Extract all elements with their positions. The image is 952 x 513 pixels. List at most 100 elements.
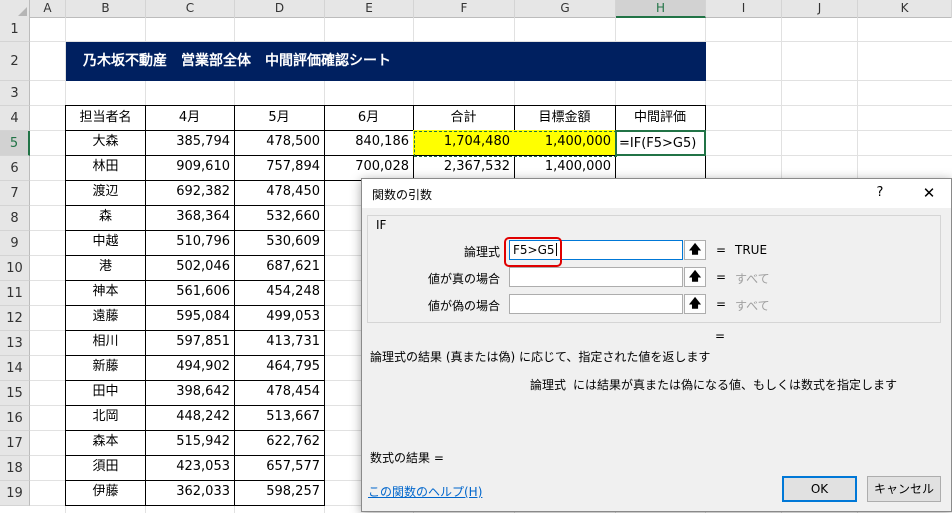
table-cell[interactable]: 相川 <box>65 330 146 356</box>
row-header[interactable]: 2 <box>0 42 30 81</box>
row-header[interactable]: 10 <box>0 256 30 281</box>
row-header[interactable]: 15 <box>0 381 30 406</box>
row-header[interactable]: 16 <box>0 406 30 431</box>
table-cell[interactable]: 渡辺 <box>65 180 146 206</box>
dialog-titlebar[interactable]: 関数の引数 ? ✕ <box>362 179 951 208</box>
table-header[interactable]: 合計 <box>413 105 515 131</box>
table-cell[interactable]: 398,642 <box>145 380 235 406</box>
row-header[interactable]: 6 <box>0 156 30 181</box>
table-cell[interactable]: 須田 <box>65 455 146 481</box>
table-cell[interactable]: 森本 <box>65 430 146 456</box>
table-cell[interactable]: 伊藤 <box>65 480 146 506</box>
function-name: IF <box>374 218 389 232</box>
table-header[interactable]: 4月 <box>145 105 235 131</box>
close-icon[interactable]: ✕ <box>908 179 950 208</box>
value-if-false-input[interactable] <box>509 294 683 314</box>
table-cell[interactable]: 532,660 <box>234 205 325 231</box>
table-cell[interactable]: 港 <box>65 255 146 281</box>
table-header[interactable]: 担当者名 <box>65 105 146 131</box>
table-cell[interactable]: 499,053 <box>234 305 325 331</box>
table-cell[interactable]: 657,577 <box>234 455 325 481</box>
table-header[interactable]: 中間評価 <box>615 105 706 131</box>
table-cell[interactable]: 1,704,480 <box>413 130 515 156</box>
table-cell[interactable]: 新藤 <box>65 355 146 381</box>
table-cell[interactable]: 692,382 <box>145 180 235 206</box>
table-cell[interactable]: 478,450 <box>234 180 325 206</box>
value-if-true-input[interactable] <box>509 267 683 287</box>
function-help-link[interactable]: この関数のヘルプ(H) <box>368 483 482 500</box>
row-header[interactable]: 5 <box>0 131 30 156</box>
row-header[interactable]: 11 <box>0 281 30 306</box>
table-cell[interactable]: 362,033 <box>145 480 235 506</box>
column-header[interactable]: G <box>515 0 616 18</box>
column-header[interactable]: I <box>706 0 782 18</box>
table-cell[interactable]: 502,046 <box>145 255 235 281</box>
row-header[interactable]: 4 <box>0 106 30 131</box>
table-cell[interactable]: 413,731 <box>234 330 325 356</box>
ok-button[interactable]: OK <box>782 476 857 502</box>
table-cell[interactable]: 遠藤 <box>65 305 146 331</box>
table-cell[interactable]: 368,364 <box>145 205 235 231</box>
column-header[interactable]: K <box>858 0 952 18</box>
table-cell[interactable]: 515,942 <box>145 430 235 456</box>
function-arguments-dialog: 関数の引数 ? ✕ IF 論理式 F5>G5 🡅 = TRUE 値が真の場合 🡅… <box>361 178 952 512</box>
column-header[interactable]: H <box>616 0 706 18</box>
table-cell[interactable]: 478,454 <box>234 380 325 406</box>
collapse-dialog-icon[interactable]: 🡅 <box>684 240 706 260</box>
table-cell[interactable]: 北岡 <box>65 405 146 431</box>
row-header[interactable]: 13 <box>0 331 30 356</box>
column-header[interactable]: F <box>414 0 515 18</box>
table-cell[interactable]: 513,667 <box>234 405 325 431</box>
table-cell[interactable]: 464,795 <box>234 355 325 381</box>
table-header[interactable]: 5月 <box>234 105 325 131</box>
row-header[interactable]: 9 <box>0 231 30 256</box>
row-header[interactable]: 7 <box>0 181 30 206</box>
column-header[interactable]: B <box>66 0 146 18</box>
column-header[interactable]: C <box>146 0 235 18</box>
table-cell[interactable]: 神本 <box>65 280 146 306</box>
row-header[interactable]: 1 <box>0 18 30 42</box>
help-icon[interactable]: ? <box>862 179 898 208</box>
row-header[interactable]: 17 <box>0 431 30 456</box>
collapse-dialog-icon[interactable]: 🡅 <box>684 267 706 287</box>
table-cell[interactable]: 598,257 <box>234 480 325 506</box>
table-cell[interactable]: 757,894 <box>234 155 325 181</box>
table-cell[interactable]: 597,851 <box>145 330 235 356</box>
table-cell[interactable]: 840,186 <box>324 130 414 156</box>
row-header[interactable]: 14 <box>0 356 30 381</box>
table-cell[interactable]: 595,084 <box>145 305 235 331</box>
table-cell[interactable]: 1,400,000 <box>514 130 616 156</box>
table-cell[interactable]: 田中 <box>65 380 146 406</box>
table-cell[interactable]: 687,621 <box>234 255 325 281</box>
table-cell[interactable]: 909,610 <box>145 155 235 181</box>
table-cell[interactable]: 530,609 <box>234 230 325 256</box>
table-cell[interactable]: 林田 <box>65 155 146 181</box>
table-cell[interactable]: 622,762 <box>234 430 325 456</box>
table-cell[interactable]: 中越 <box>65 230 146 256</box>
table-cell[interactable]: 510,796 <box>145 230 235 256</box>
table-cell[interactable]: 494,902 <box>145 355 235 381</box>
row-header[interactable]: 3 <box>0 81 30 106</box>
table-cell[interactable]: 森 <box>65 205 146 231</box>
table-cell[interactable]: 423,053 <box>145 455 235 481</box>
row-header[interactable]: 19 <box>0 481 30 506</box>
row-header[interactable]: 8 <box>0 206 30 231</box>
column-header[interactable]: A <box>30 0 66 18</box>
table-cell[interactable]: 大森 <box>65 130 146 156</box>
formula-result: 数式の結果 = <box>370 451 444 465</box>
table-header[interactable]: 6月 <box>324 105 414 131</box>
column-header[interactable]: E <box>325 0 414 18</box>
table-cell[interactable]: 448,242 <box>145 405 235 431</box>
table-cell[interactable]: 478,500 <box>234 130 325 156</box>
column-header[interactable]: J <box>782 0 858 18</box>
cancel-button[interactable]: キャンセル <box>867 476 941 502</box>
collapse-dialog-icon[interactable]: 🡅 <box>684 294 706 314</box>
table-cell[interactable]: 561,606 <box>145 280 235 306</box>
row-header[interactable]: 18 <box>0 456 30 481</box>
select-all-corner[interactable] <box>0 0 30 18</box>
table-cell[interactable]: 385,794 <box>145 130 235 156</box>
row-header[interactable]: 12 <box>0 306 30 331</box>
column-header[interactable]: D <box>235 0 325 18</box>
table-header[interactable]: 目標金額 <box>514 105 616 131</box>
table-cell[interactable]: 454,248 <box>234 280 325 306</box>
